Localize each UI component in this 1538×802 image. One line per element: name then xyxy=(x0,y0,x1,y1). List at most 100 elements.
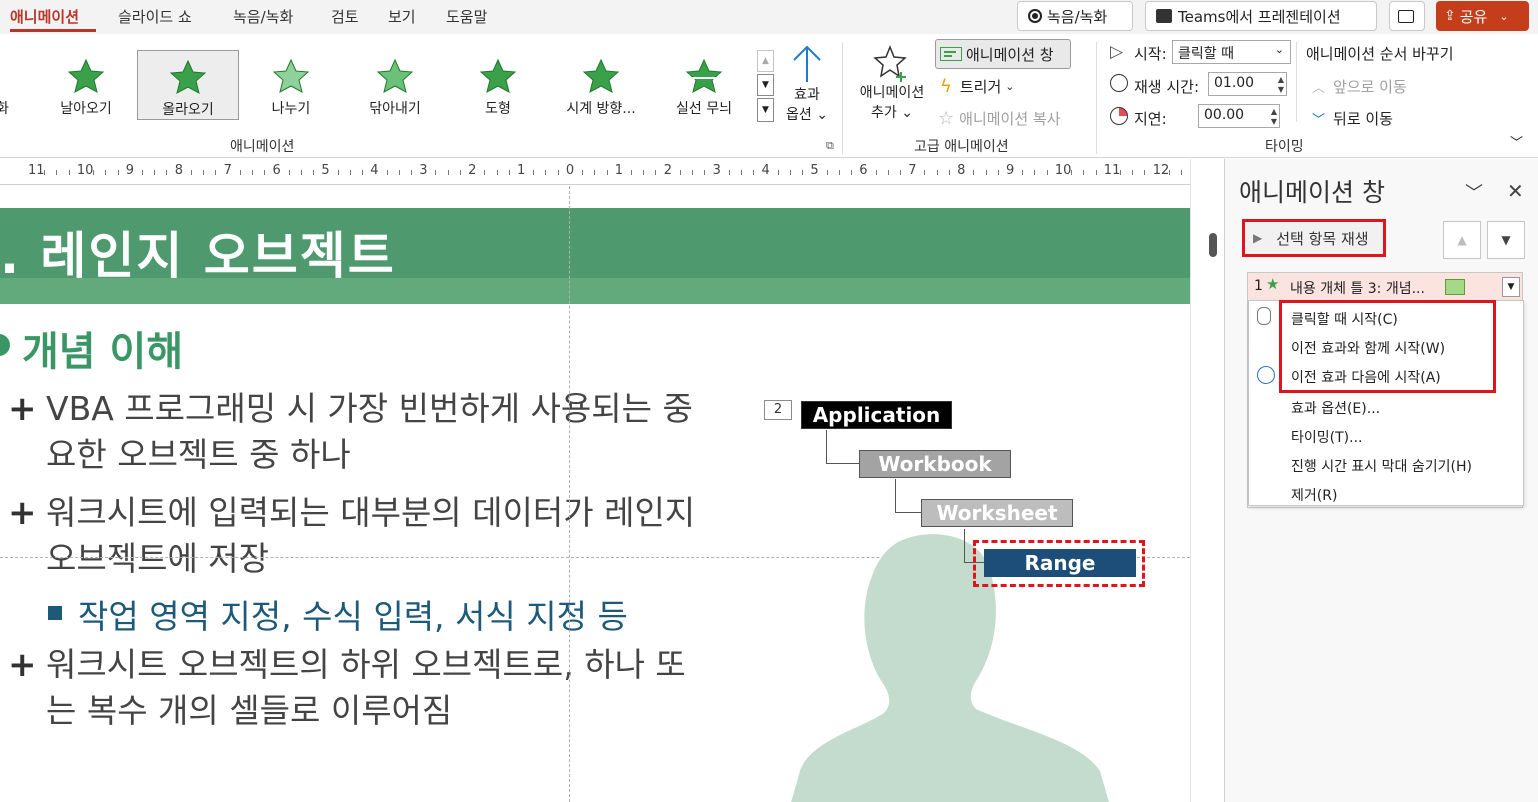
bullet-2-line-2[interactable]: 오브젝트에 저장 xyxy=(46,536,269,582)
teams-present-button[interactable]: Teams에서 프레젠테이션 xyxy=(1145,1,1377,31)
horizontal-ruler: 11 10 9 8 7 6 5 4 3 2 1 0 1 2 3 4 5 6 7 8 9 10 11 12 xyxy=(0,159,1195,185)
ruler-tick xyxy=(203,170,205,175)
gallery-item-fly-in[interactable]: 날아오기 xyxy=(35,50,137,120)
slide-scrollbar[interactable] xyxy=(1190,159,1224,802)
ruler-tick xyxy=(545,170,547,175)
triangle-up-icon: ▲ xyxy=(1457,233,1467,247)
vertical-guide[interactable] xyxy=(569,186,570,802)
spin-up-icon[interactable]: ▲ xyxy=(1278,75,1284,84)
duration-input[interactable]: 01.00 ▲ ▼ xyxy=(1208,72,1287,96)
animation-list-item[interactable]: 1 ★ 내용 개체 틀 3: 개념... ▼ xyxy=(1248,273,1522,301)
animation-painter-button[interactable]: ☆ 애니메이션 복사 xyxy=(938,106,1061,130)
comments-button[interactable] xyxy=(1389,1,1425,31)
move-earlier-button[interactable]: ︿ 앞으로 이동 xyxy=(1312,76,1407,97)
move-up-button[interactable]: ▲ xyxy=(1443,221,1481,259)
ruler-tick xyxy=(105,170,107,175)
section-title[interactable]: 개념 이해 xyxy=(22,319,183,377)
gallery-item-wipe[interactable]: 닦아내기 xyxy=(344,50,446,120)
group-label-advanced: 고급 애니메이션 xyxy=(914,139,1009,155)
application-box[interactable]: Application xyxy=(801,401,952,429)
chevron-down-icon: ⌄ xyxy=(1499,9,1509,23)
tab-view[interactable]: 보기 xyxy=(388,6,416,27)
animation-order-badge[interactable]: 2 xyxy=(764,400,792,420)
group-label-timing: 타이밍 xyxy=(1265,139,1304,155)
menu-remove[interactable]: 제거(R) xyxy=(1291,485,1337,505)
tab-animations[interactable]: 애니메이션 xyxy=(10,6,79,27)
gallery-scroll-down[interactable]: ▼ xyxy=(757,74,774,96)
gallery-item-shape[interactable]: 도형 xyxy=(447,50,549,120)
gallery-item-label: 날아오기 xyxy=(60,101,112,117)
share-button[interactable]: ⇪ 공유 ⌄ xyxy=(1436,1,1529,31)
menu-hide-timeline[interactable]: 진행 시간 표시 막대 숨기기(H) xyxy=(1291,456,1472,476)
star-effect-icon xyxy=(479,58,517,93)
add-animation-button[interactable]: 애니메이션 추가 ⌄ xyxy=(852,42,932,126)
effect-options-button[interactable]: 효과 옵션 ⌄ xyxy=(782,42,832,126)
gallery-item-random-bars[interactable]: 실선 무늬 xyxy=(653,50,755,120)
menu-effect-options[interactable]: 효과 옵션(E)... xyxy=(1291,398,1380,418)
worksheet-box[interactable]: Worksheet xyxy=(921,499,1073,527)
move-down-button[interactable]: ▼ xyxy=(1487,221,1525,259)
animation-pane-button[interactable]: 애니메이션 창 xyxy=(935,39,1071,69)
tab-help[interactable]: 도움말 xyxy=(446,6,487,27)
delay-input[interactable]: 00.00 ▲ ▼ xyxy=(1198,104,1280,128)
tab-recording[interactable]: 녹음/녹화 xyxy=(233,6,293,27)
move-earlier-label: 앞으로 이동 xyxy=(1333,78,1407,96)
gallery-item-label: 화 xyxy=(0,101,9,117)
trigger-button[interactable]: ϟ 트리거 ⌄ xyxy=(940,74,1015,98)
gallery-item-rise-up[interactable]: 올라오기 xyxy=(137,50,239,120)
ruler-tick xyxy=(679,170,681,175)
bullet-3-line-2[interactable]: 는 복수 개의 셀들로 이루어짐 xyxy=(46,688,452,734)
slide-title[interactable]: . 레인지 오브젝트 xyxy=(0,216,396,288)
ruler-tick xyxy=(252,170,254,175)
ruler-tick xyxy=(362,170,364,175)
gallery-item-wheel[interactable]: 시계 방향... xyxy=(550,50,652,120)
animation-pane-title: 애니메이션 창 xyxy=(1239,178,1385,207)
spin-down-icon[interactable]: ▼ xyxy=(1271,117,1277,126)
gallery-more[interactable]: ▼ xyxy=(757,98,774,122)
green-star-icon: ★ xyxy=(1266,275,1280,293)
ruler-number: 8 xyxy=(174,163,183,178)
play-selected-button[interactable]: ▶ 선택 항목 재생 xyxy=(1242,219,1386,257)
start-select[interactable]: 클릭할 때 ⌄ xyxy=(1172,40,1291,64)
sub-bullet[interactable]: 작업 영역 지정, 수식 입력, 서식 지정 등 xyxy=(78,590,628,638)
star-effect-icon xyxy=(582,58,620,93)
ruler-number: 11 xyxy=(28,163,45,178)
ruler-tick xyxy=(1120,170,1122,175)
record-button[interactable]: 녹음/녹화 xyxy=(1017,1,1133,31)
gallery-item-partial[interactable]: 화 xyxy=(0,50,20,120)
spin-up-icon[interactable]: ▲ xyxy=(1271,107,1277,116)
gallery-scroll-up[interactable]: ▲ xyxy=(757,50,774,72)
slide-canvas[interactable]: . 레인지 오브젝트 개념 이해 + VBA 프로그래밍 시 가장 빈번하게 사… xyxy=(0,186,1190,802)
ruler-tick xyxy=(1168,170,1170,175)
bullet-3-line-1[interactable]: 워크시트 오브젝트의 하위 오브젝트로, 하나 또 xyxy=(46,642,686,688)
bullet-1-line-2[interactable]: 요한 오브젝트 중 하나 xyxy=(46,432,351,478)
close-icon[interactable]: ✕ xyxy=(1507,179,1524,203)
item-dropdown-button[interactable]: ▼ xyxy=(1502,277,1520,297)
ruler-tick xyxy=(398,170,400,175)
ruler-tick xyxy=(337,170,339,175)
workbook-box[interactable]: Workbook xyxy=(859,450,1011,478)
collapse-ribbon-icon[interactable]: ﹀ xyxy=(1510,132,1523,151)
gallery-item-label: 닦아내기 xyxy=(369,101,421,117)
ruler-number: 7 xyxy=(908,163,917,178)
bullet-2-line-1[interactable]: 워크시트에 입력되는 대부분의 데이터가 레인지 xyxy=(46,490,695,536)
spin-down-icon[interactable]: ▼ xyxy=(1278,85,1284,94)
record-label: 녹음/녹화 xyxy=(1047,7,1108,26)
dialog-launcher-icon[interactable]: ⧉ xyxy=(826,139,834,153)
pane-options-chevron-icon[interactable]: ﹀ xyxy=(1465,179,1483,205)
ruler-tick xyxy=(557,170,559,175)
ruler-number: 2 xyxy=(468,163,477,178)
gallery-item-split[interactable]: 나누기 xyxy=(240,50,342,120)
move-later-button[interactable]: ﹀ 뒤로 이동 xyxy=(1312,108,1393,129)
gallery-item-label: 올라오기 xyxy=(162,102,214,118)
tab-review[interactable]: 검토 xyxy=(331,6,359,27)
tab-slideshow[interactable]: 슬라이드 쇼 xyxy=(118,6,192,27)
share-icon: ⇪ xyxy=(1444,8,1456,24)
animation-item-number: 1 xyxy=(1254,278,1263,294)
ruler-number: 9 xyxy=(1006,163,1015,178)
scrollbar-thumb[interactable] xyxy=(1209,233,1217,257)
star-effect-icon xyxy=(272,58,310,93)
menu-timing[interactable]: 타이밍(T)... xyxy=(1291,427,1362,447)
ruler-number: 4 xyxy=(761,163,770,178)
bullet-1-line-1[interactable]: VBA 프로그래밍 시 가장 빈번하게 사용되는 중 xyxy=(46,386,693,432)
